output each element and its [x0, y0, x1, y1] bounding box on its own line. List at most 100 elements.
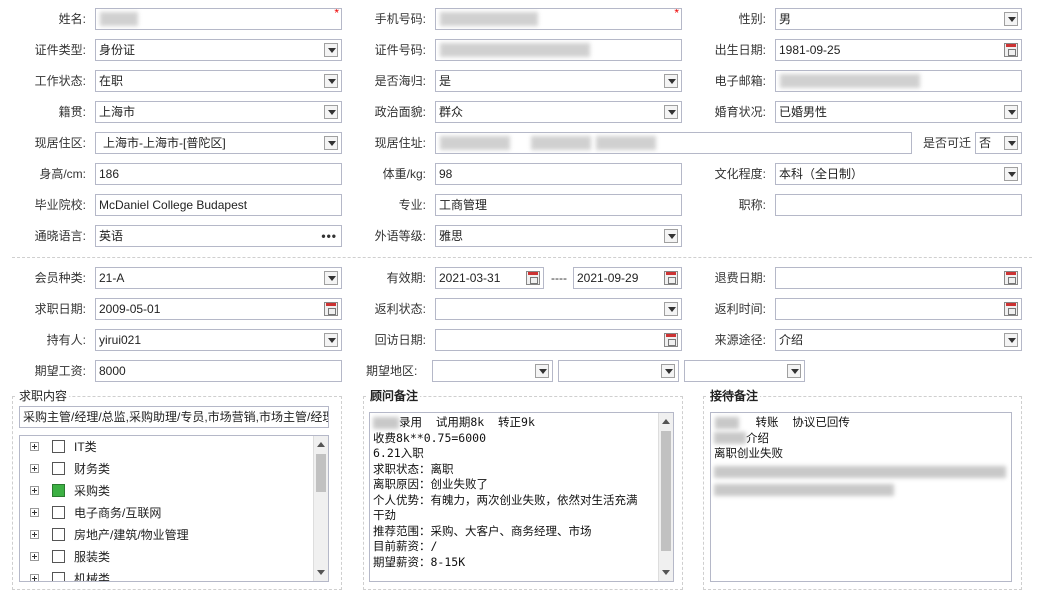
- idtype-select[interactable]: 身份证: [95, 39, 342, 61]
- chevron-down-icon[interactable]: [324, 43, 338, 57]
- checkbox[interactable]: [52, 572, 65, 581]
- birth-date-input[interactable]: 1981-09-25: [775, 39, 1022, 61]
- expand-icon[interactable]: [30, 508, 39, 517]
- chevron-down-icon[interactable]: [664, 74, 678, 88]
- school-input[interactable]: McDaniel College Budapest: [95, 194, 342, 216]
- birth-label: 出生日期:: [714, 43, 766, 57]
- scroll-down-icon[interactable]: [317, 570, 325, 575]
- chevron-down-icon[interactable]: [664, 302, 678, 316]
- job-category-tree[interactable]: IT类 财务类 采购类 电子商务/互联网 房地产/建筑/物业管理 服装类 机械类: [19, 435, 329, 582]
- area-district-select[interactable]: [684, 360, 805, 382]
- calendar-icon[interactable]: [664, 271, 678, 285]
- chevron-down-icon[interactable]: [1004, 136, 1018, 150]
- calendar-icon[interactable]: [664, 333, 678, 347]
- checkbox[interactable]: [52, 462, 65, 475]
- chevron-down-icon[interactable]: [1004, 167, 1018, 181]
- chevron-down-icon[interactable]: [324, 271, 338, 285]
- prof-title-input[interactable]: [775, 194, 1022, 216]
- name-input[interactable]: *: [95, 8, 342, 30]
- calendar-icon[interactable]: [1004, 43, 1018, 57]
- education-label: 文化程度:: [714, 167, 766, 181]
- chevron-down-icon[interactable]: [664, 105, 678, 119]
- chevron-down-icon[interactable]: [787, 364, 801, 378]
- rebate-status-select[interactable]: [435, 298, 682, 320]
- calendar-icon[interactable]: [324, 302, 338, 316]
- holder-select[interactable]: yirui021: [95, 329, 342, 351]
- weight-label: 体重/kg:: [382, 167, 426, 181]
- area-province-select[interactable]: [432, 360, 553, 382]
- checkbox[interactable]: [52, 528, 65, 541]
- scroll-thumb[interactable]: [316, 454, 326, 492]
- native-label: 籍贯:: [58, 105, 86, 119]
- phone-input[interactable]: *: [435, 8, 682, 30]
- native-select[interactable]: 上海市: [95, 101, 342, 123]
- chevron-down-icon[interactable]: [664, 229, 678, 243]
- checkbox[interactable]: [52, 550, 65, 563]
- chevron-down-icon[interactable]: [1004, 333, 1018, 347]
- politics-select[interactable]: 群众: [435, 101, 682, 123]
- rebate-time-input[interactable]: [775, 298, 1022, 320]
- language-input[interactable]: 英语 •••: [95, 225, 342, 247]
- expand-icon[interactable]: [30, 442, 39, 451]
- checkbox[interactable]: [52, 440, 65, 453]
- valid-from-input[interactable]: 2021-03-31: [435, 267, 544, 289]
- checkbox-checked[interactable]: [52, 484, 65, 497]
- chevron-down-icon[interactable]: [324, 105, 338, 119]
- holder-label: 持有人:: [46, 333, 86, 347]
- rebate-time-label: 返利时间:: [714, 302, 766, 316]
- marital-select[interactable]: 已婚男性: [775, 101, 1022, 123]
- note-line: 干劲: [373, 508, 396, 522]
- idno-input[interactable]: [435, 39, 682, 61]
- expand-icon[interactable]: [30, 552, 39, 561]
- valid-to-input[interactable]: 2021-09-29: [573, 267, 682, 289]
- chevron-down-icon[interactable]: [324, 333, 338, 347]
- expand-icon[interactable]: [30, 574, 39, 581]
- expand-icon[interactable]: [30, 486, 39, 495]
- source-select[interactable]: 介绍: [775, 329, 1022, 351]
- chevron-down-icon[interactable]: [324, 136, 338, 150]
- calendar-icon[interactable]: [1004, 302, 1018, 316]
- lang-level-select[interactable]: 雅思: [435, 225, 682, 247]
- scrollbar[interactable]: [658, 413, 673, 581]
- member-type-select[interactable]: 21-A: [95, 267, 342, 289]
- calendar-icon[interactable]: [526, 271, 540, 285]
- education-select[interactable]: 本科（全日制）: [775, 163, 1022, 185]
- chevron-down-icon[interactable]: [1004, 105, 1018, 119]
- scroll-up-icon[interactable]: [662, 419, 670, 424]
- gender-select[interactable]: 男: [775, 8, 1022, 30]
- chevron-down-icon[interactable]: [1004, 12, 1018, 26]
- expand-icon[interactable]: [30, 464, 39, 473]
- address-input[interactable]: [435, 132, 912, 154]
- visit-date-input[interactable]: [435, 329, 682, 351]
- more-options-icon[interactable]: •••: [321, 226, 337, 246]
- note-line: 离职创业失败: [714, 446, 783, 460]
- calendar-icon[interactable]: [1004, 271, 1018, 285]
- expand-icon[interactable]: [30, 530, 39, 539]
- refund-date-input[interactable]: [775, 267, 1022, 289]
- idno-label: 证件号码:: [374, 43, 426, 57]
- email-input[interactable]: [775, 70, 1022, 92]
- idtype-label: 证件类型:: [34, 43, 86, 57]
- scroll-up-icon[interactable]: [317, 442, 325, 447]
- relocate-select[interactable]: 否: [975, 132, 1022, 154]
- chevron-down-icon[interactable]: [535, 364, 549, 378]
- jobseek-date-input[interactable]: 2009-05-01: [95, 298, 342, 320]
- work-status-select[interactable]: 在职: [95, 70, 342, 92]
- consultant-notes-textarea[interactable]: 录用 试用期8k 转正9k 收费8k**0.75=6000 6.21入职 求职状…: [369, 412, 674, 582]
- chevron-down-icon[interactable]: [661, 364, 675, 378]
- chevron-down-icon[interactable]: [324, 74, 338, 88]
- checkbox[interactable]: [52, 506, 65, 519]
- height-input[interactable]: 186: [95, 163, 342, 185]
- job-summary-input[interactable]: 采购主管/经理/总监,采购助理/专员,市场营销,市场主管/经理: [19, 406, 329, 428]
- scroll-thumb[interactable]: [661, 431, 671, 551]
- residence-select[interactable]: 上海市-上海市-[普陀区]: [95, 132, 342, 154]
- reception-notes-textarea[interactable]: 转账 协议已回传 介绍 离职创业失败: [710, 412, 1012, 582]
- abroad-select[interactable]: 是: [435, 70, 682, 92]
- relocate-label: 是否可迁: [922, 136, 971, 150]
- scroll-down-icon[interactable]: [662, 570, 670, 575]
- scrollbar[interactable]: [313, 436, 328, 581]
- weight-input[interactable]: 98: [435, 163, 682, 185]
- major-input[interactable]: 工商管理: [435, 194, 682, 216]
- area-city-select[interactable]: [558, 360, 679, 382]
- salary-input[interactable]: 8000: [95, 360, 342, 382]
